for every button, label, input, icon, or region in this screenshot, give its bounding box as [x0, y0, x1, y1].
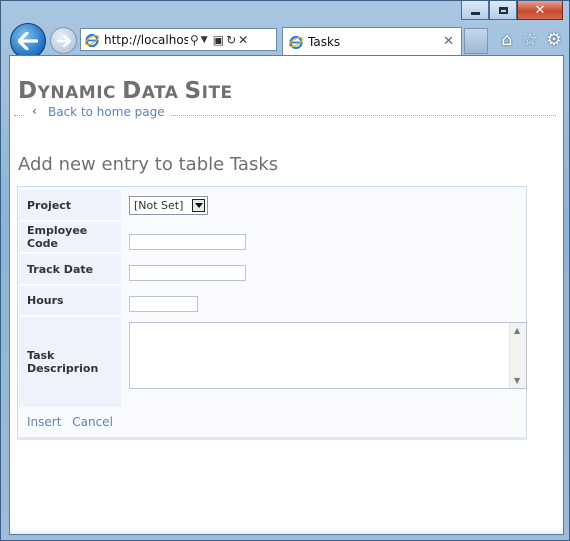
dotted-divider: [160, 115, 556, 116]
site-title-letter: D: [122, 78, 142, 104]
chevron-left-icon: ‹: [32, 104, 37, 118]
search-icon[interactable]: ⚲: [190, 33, 199, 47]
form-row-hours: Hours: [19, 286, 527, 315]
close-tab-icon[interactable]: ✕: [443, 34, 454, 49]
favorites-star-icon[interactable]: ☆: [520, 30, 540, 50]
dropdown-icon[interactable]: ▼: [201, 35, 208, 45]
insert-form: Project [Not Set] Employee Code Track Da…: [17, 186, 527, 439]
field-label: Hours: [19, 286, 121, 315]
site-title-letter: S: [184, 78, 202, 104]
form-bottom-border: [17, 437, 527, 440]
form-row-employee-code: Employee Code: [19, 222, 527, 252]
refresh-icon[interactable]: ↻: [226, 33, 236, 47]
tools-gear-icon[interactable]: ⚙: [544, 30, 564, 50]
site-title-word: YNAMIC: [37, 83, 117, 103]
form-actions: Insert Cancel: [27, 415, 120, 429]
page-bottom-shade: [10, 528, 563, 534]
back-arrow-icon: [18, 32, 38, 50]
forward-arrow-icon: [56, 34, 71, 47]
new-tab-button[interactable]: [464, 28, 488, 54]
minimize-button[interactable]: [461, 1, 489, 20]
dotted-divider: [14, 115, 24, 116]
ie-logo-icon: [288, 35, 304, 49]
insert-button[interactable]: Insert: [27, 415, 61, 429]
address-bar[interactable]: http://localhost: ⚲ ▼ ▣ ↻ ✕: [80, 28, 277, 51]
maximize-icon: [498, 6, 508, 14]
project-select-value: [Not Set]: [134, 199, 184, 212]
tab-title: Tasks: [308, 34, 341, 49]
form-row-project: Project [Not Set]: [19, 190, 527, 220]
project-select[interactable]: [Not Set]: [129, 196, 208, 215]
textarea-scrollbar[interactable]: ▲ ▼: [509, 323, 526, 388]
field-label: Employee Code: [19, 222, 121, 252]
field-label: Track Date: [19, 254, 121, 284]
compat-view-icon[interactable]: ▣: [213, 33, 224, 47]
site-title[interactable]: DYNAMIC DATA SITE: [18, 78, 233, 104]
site-title-letter: D: [18, 78, 38, 104]
chevron-down-icon: [192, 199, 205, 212]
field-label: Project: [19, 190, 121, 220]
home-icon[interactable]: ⌂: [497, 30, 517, 50]
site-title-word: ITE: [201, 83, 233, 103]
close-icon: ✕: [534, 2, 546, 18]
address-url: http://localhost:: [104, 32, 188, 47]
browser-window: ✕ http://localhost: ⚲ ▼ ▣ ↻ ✕ Tasks ✕: [0, 0, 570, 541]
back-to-home-link[interactable]: Back to home page: [48, 105, 171, 119]
scroll-up-icon[interactable]: ▲: [514, 326, 520, 335]
breadcrumb: ‹ Back to home page: [10, 104, 556, 122]
back-button[interactable]: [10, 23, 46, 59]
window-caption-buttons: ✕: [461, 1, 563, 21]
page-content: DYNAMIC DATA SITE ‹ Back to home page Ad…: [9, 55, 564, 535]
stop-icon[interactable]: ✕: [238, 33, 248, 47]
maximize-button[interactable]: [489, 1, 517, 20]
track-date-field[interactable]: [129, 265, 246, 281]
field-label: Task Descriprion: [19, 317, 121, 407]
forward-button[interactable]: [50, 27, 77, 54]
site-title-word: ATA: [141, 83, 179, 103]
hours-field[interactable]: [129, 296, 198, 312]
minimize-icon: [470, 11, 480, 15]
cancel-button[interactable]: Cancel: [72, 415, 113, 429]
scroll-down-icon[interactable]: ▼: [514, 376, 520, 385]
form-row-task-description: Task Descriprion ▲ ▼: [19, 317, 527, 407]
task-description-textarea[interactable]: ▲ ▼: [129, 322, 527, 389]
close-window-button[interactable]: ✕: [517, 1, 563, 20]
ie-logo-icon: [84, 33, 100, 47]
tab-tasks[interactable]: Tasks ✕: [282, 27, 462, 55]
form-row-track-date: Track Date: [19, 254, 527, 284]
page-title: Add new entry to table Tasks: [18, 154, 279, 175]
employee-code-field[interactable]: [129, 234, 246, 250]
